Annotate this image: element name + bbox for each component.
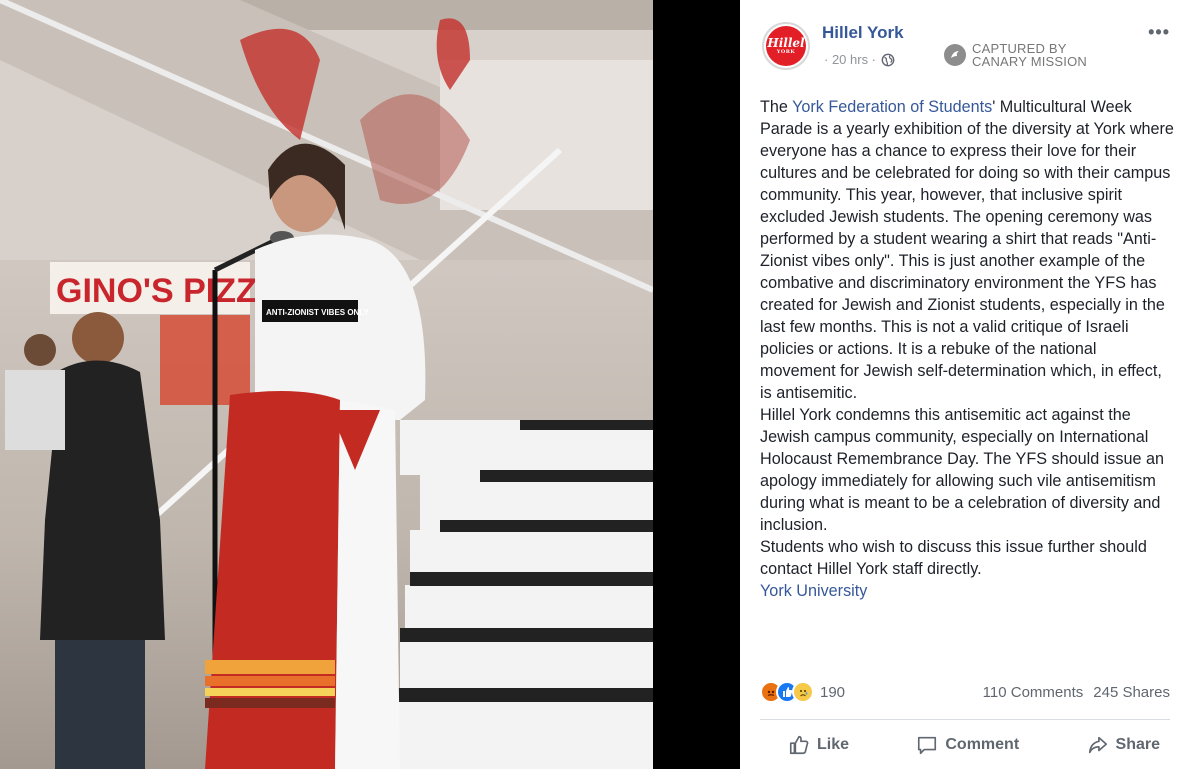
actions-divider: [760, 719, 1170, 720]
post-timestamp[interactable]: · 20 hrs ·: [824, 52, 876, 67]
photo-scene: GINO'S PIZZA ANTI-ZIONIST VIBES ONLY: [0, 0, 653, 769]
comment-icon: [918, 736, 937, 755]
hillel-logo: Hillel YORK: [766, 26, 806, 66]
share-arrow-icon: [1088, 736, 1107, 754]
shares-count-link[interactable]: 245 Shares: [1093, 684, 1170, 701]
capture-line-2: CANARY MISSION: [972, 54, 1088, 69]
more-options-icon[interactable]: •••: [1148, 22, 1170, 43]
canary-logo-icon: [944, 44, 966, 66]
shirt-slogan: ANTI-ZIONIST VIBES ONLY: [266, 308, 369, 317]
sad-reaction-icon: [792, 681, 814, 703]
reaction-count: 190: [820, 683, 846, 701]
post-panel: Hillel YORK Hillel York · 20 hrs · ••• C…: [740, 0, 1190, 769]
yfs-link[interactable]: York Federation of Students: [792, 98, 992, 116]
post-photo[interactable]: GINO'S PIZZA ANTI-ZIONIST VIBES ONLY: [0, 0, 653, 769]
globe-icon: [881, 53, 895, 66]
page-avatar[interactable]: Hillel YORK: [762, 22, 810, 70]
reaction-summary[interactable]: 190: [760, 681, 845, 703]
store-sign: GINO'S PIZZA: [56, 272, 281, 310]
comment-button[interactable]: Comment: [916, 728, 1019, 762]
comments-count-link[interactable]: 110 Comments: [983, 684, 1084, 701]
engagement-counts: 110 Comments 245 Shares: [983, 684, 1170, 701]
page-name-link[interactable]: Hillel York: [822, 23, 904, 43]
like-button[interactable]: Like: [788, 728, 849, 762]
share-button[interactable]: Share: [1087, 728, 1160, 762]
post-paragraph-2: Hillel York condemns this antisemitic ac…: [760, 406, 1164, 534]
photo-margin: [653, 0, 740, 769]
post-action-bar: Like Comment Share: [760, 728, 1170, 762]
post-text: The York Federation of Students' Multicu…: [760, 98, 1174, 600]
canary-mission-watermark: CAPTURED BY CANARY MISSION: [944, 42, 1087, 68]
post-paragraph-3: Students who wish to discuss this issue …: [760, 538, 1147, 578]
post-meta: · 20 hrs ·: [824, 52, 895, 67]
location-link[interactable]: York University: [760, 582, 867, 600]
thumbs-up-icon: [789, 735, 809, 755]
